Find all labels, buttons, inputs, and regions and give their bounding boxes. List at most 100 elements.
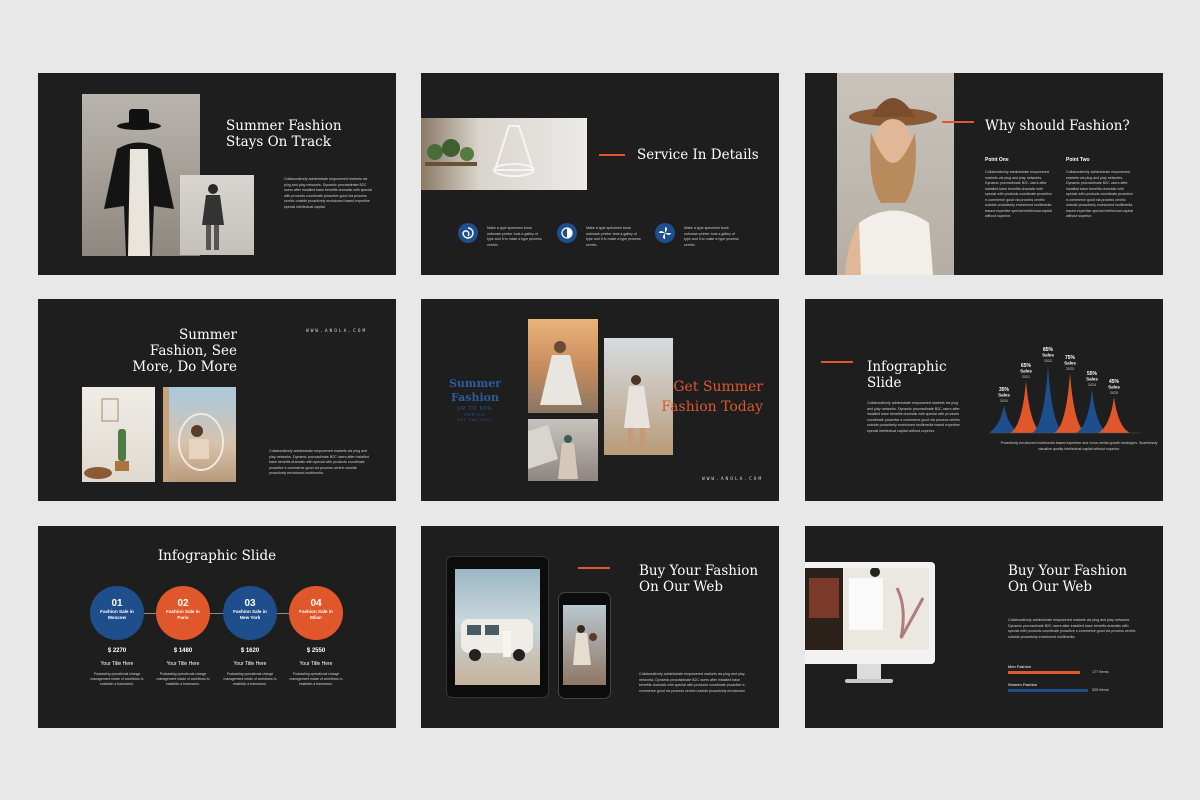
peak-year-label: 2021 [1022, 375, 1030, 379]
slide-body-text: Collaboratively administrate empowered m… [1008, 618, 1136, 639]
get-summer-fashion-heading: Get Summer Fashion Today [661, 379, 763, 415]
price-label: $ 2550 [306, 648, 326, 654]
peak-sales-label: Sales [1064, 361, 1076, 366]
slide-title: Why should Fashion? [985, 118, 1130, 134]
website-url: WWW.ANOLA.COM [702, 477, 764, 482]
slide-title: Summer Fashion, See More, Do More [132, 327, 237, 375]
slide-2[interactable]: Service In Details Make a type specimen … [421, 73, 779, 275]
progress-bar-fill [1008, 689, 1088, 692]
price-label: $ 2270 [107, 648, 127, 654]
fan-icon [655, 223, 675, 243]
summer-fashion-heading: Summer Fashion [448, 377, 501, 404]
progress-bar-fill [1008, 671, 1080, 674]
peak-2021 [1010, 381, 1042, 433]
item-heading: Your Title Here [233, 661, 267, 667]
city-sale-circle: 02 Fashion Sale in Paris [156, 586, 210, 640]
circle-number: 02 [177, 598, 189, 609]
item-description: Podcasting operational change management… [90, 672, 144, 686]
accent-divider [821, 361, 853, 363]
slide-body-text: Collaboratively administrate empowered m… [867, 401, 961, 433]
slide-body-text: Collaboratively administrate empowered m… [284, 177, 372, 209]
city-sale-circle: 01 Fashion Sale in Moscow [90, 586, 144, 640]
circle-text: Fashion Sale in Moscow [100, 609, 134, 620]
peak-year-label: 2025 [1110, 391, 1118, 395]
half-circle-icon [557, 223, 577, 243]
peak-2025 [1098, 397, 1130, 433]
circle-number: 04 [310, 598, 322, 609]
accent-divider [942, 121, 974, 123]
slide-body-text: Collaboratively administrate empowered m… [269, 449, 369, 475]
item-heading: Your Title Here [100, 661, 134, 667]
slide-5[interactable]: Summer Fashion UP TO 60% PERIOD 24T Jun … [421, 299, 779, 501]
slide-8[interactable]: Buy Your Fashion On Our Web Collaborativ… [421, 526, 779, 728]
peak-year-label: 2023 [1066, 367, 1074, 371]
service-text: Make a type specimen book unknown printe… [684, 226, 739, 247]
point-one-heading: Point One [985, 157, 1009, 163]
slide-6[interactable]: Infographic Slide Collaboratively admini… [805, 299, 1163, 501]
monitor-base [845, 679, 893, 683]
slide-title: Service In Details [637, 147, 759, 163]
price-label: $ 1620 [240, 648, 260, 654]
slide-title: Infographic Slide [157, 548, 277, 564]
peak-year-label: 2020 [1000, 399, 1008, 403]
peak-sales-label: Sales [998, 393, 1010, 398]
connector-line [118, 613, 318, 614]
period-date: 24T Jun 2021 [456, 417, 494, 422]
slide-title: Summer Fashion Stays On Track [226, 118, 342, 150]
peak-2024 [1076, 389, 1108, 433]
monitor-screen-photo-flatlay [805, 567, 929, 650]
slide-4[interactable]: Summer Fashion, See More, Do More WWW.AN… [38, 299, 396, 501]
bar-value: 325 Items [1092, 687, 1109, 692]
slide-body-text: Collaboratively administrate empowered m… [639, 672, 746, 693]
peak-year-label: 2022 [1044, 359, 1052, 363]
peak-sales-label: Sales [1042, 353, 1054, 358]
phone-mockup [558, 592, 611, 699]
circle-text: Fashion Sale in Milan [299, 609, 333, 620]
peak-year-label: 2024 [1088, 383, 1096, 387]
peak-chart: 35%Sales202065%Sales202185%Sales2022 75%S… [990, 347, 1140, 434]
peak-sales-label: Sales [1020, 369, 1032, 374]
slide-title: Buy Your Fashion On Our Web [639, 563, 759, 595]
fashion-photo-walking-woman [180, 175, 254, 255]
beach-photo-woman-sunset [528, 319, 598, 413]
item-heading: Your Title Here [299, 661, 333, 667]
bar-label: Men Fashion [1008, 664, 1032, 669]
chart-footer-text: Proactively envisioned multimedia based … [1000, 441, 1158, 451]
website-url: WWW.ANOLA.COM [306, 329, 368, 334]
service-text: Make a type specimen book unknown printe… [586, 226, 641, 247]
item-description: Podcasting operational change management… [156, 672, 210, 686]
service-text: Make a type specimen book unknown printe… [487, 226, 542, 247]
beach-photo-woman-cliff [528, 419, 598, 481]
tablet-mockup [446, 556, 549, 698]
circle-text: Fashion Sale in Paris [166, 609, 200, 620]
tablet-screen-photo-vintage-bus [455, 569, 540, 685]
bar-label: Women Fashion [1008, 682, 1038, 687]
item-description: Podcasting operational change management… [223, 672, 277, 686]
slide-3[interactable]: Why should Fashion? Point One Collaborat… [805, 73, 1163, 275]
item-heading: Your Title Here [166, 661, 200, 667]
point-one-text: Collaboratively administrate empowered m… [985, 170, 1052, 218]
city-sale-circle: 04 Fashion Sale in Milan [289, 586, 343, 640]
item-description: Podcasting operational change management… [289, 672, 343, 686]
point-two-heading: Point Two [1066, 157, 1090, 163]
slide-7[interactable]: Infographic Slide 01 Fashion Sale in Mosc… [38, 526, 396, 728]
monitor-stand [857, 664, 881, 680]
portrait-photo-hat-woman [837, 73, 954, 275]
slide-title: Buy Your Fashion On Our Web [1008, 563, 1128, 595]
slide-9[interactable]: Buy Your Fashion On Our Web Collaborativ… [805, 526, 1163, 728]
peak-2023 [1054, 373, 1086, 433]
spiral-icon [458, 223, 478, 243]
interior-photo-cactus [82, 387, 155, 482]
point-two-text: Collaboratively administrate empowered m… [1066, 170, 1133, 218]
circle-text: Fashion Sale in New York [233, 609, 267, 620]
city-sale-circle: 03 Fashion Sale in New York [223, 586, 277, 640]
circle-number: 03 [244, 598, 256, 609]
slide-title: Infographic Slide [867, 359, 947, 391]
desktop-monitor-mockup [805, 562, 935, 664]
slide-1[interactable]: Summer Fashion Stays On Track Collaborat… [38, 73, 396, 275]
phone-screen-photo-girls [563, 605, 606, 685]
photo-swing-chair-girls [163, 387, 236, 482]
accent-divider [599, 154, 625, 156]
accent-divider [578, 567, 610, 569]
circle-number: 01 [111, 598, 123, 609]
